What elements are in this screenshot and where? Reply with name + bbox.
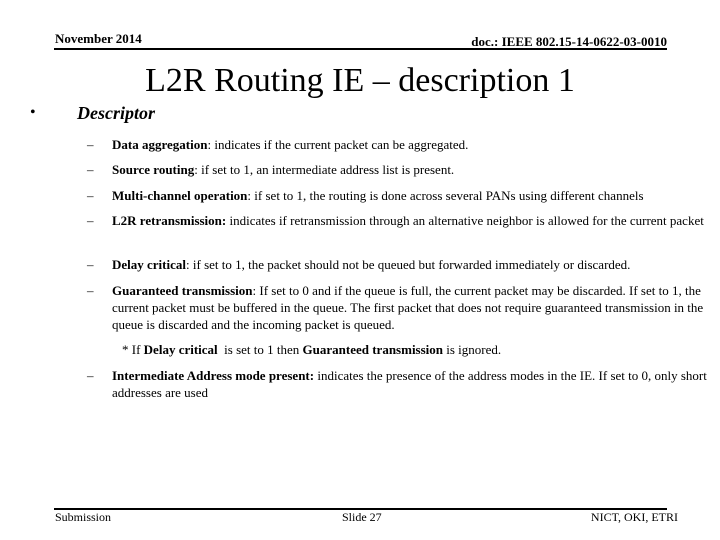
header-date: November 2014 xyxy=(55,31,142,46)
dash-icon: – xyxy=(87,162,94,177)
note-line: * If Delay critical is set to 1 then Gua… xyxy=(122,342,502,357)
item-desc: indicates if retransmission through an a… xyxy=(229,213,704,228)
slide-title: L2R Routing IE – description 1 xyxy=(145,62,575,99)
dash-icon: – xyxy=(87,283,94,298)
dash-icon: – xyxy=(87,137,94,152)
item-term: Multi-channel operation xyxy=(112,188,248,203)
header-rule xyxy=(54,48,667,50)
dash-icon: – xyxy=(87,213,94,228)
item-term: Source routing xyxy=(112,162,195,177)
list-item-multi-channel: – Multi-channel operation: if set to 1, … xyxy=(87,188,644,203)
footer-authors: NICT, OKI, ETRI xyxy=(590,510,678,524)
item-term: Delay critical xyxy=(112,257,186,272)
dash-icon: – xyxy=(87,368,94,383)
item-desc: indicates if the current packet can be a… xyxy=(214,137,469,152)
dash-icon: – xyxy=(87,188,94,203)
note-term-guaranteed: Guaranteed transmission xyxy=(302,342,444,357)
footer-submission: Submission xyxy=(55,510,112,524)
list-item-l2r-retransmission: – L2R retransmission: indicates if retra… xyxy=(87,212,707,229)
dash-icon: – xyxy=(87,257,94,272)
footer-slide-number: Slide 27 xyxy=(342,510,382,524)
bullet-icon: • xyxy=(30,104,36,121)
list-item-guaranteed-transmission: – Guaranteed transmission: If set to 0 a… xyxy=(87,283,704,332)
list-item-data-aggregation: – Data aggregation: indicates if the cur… xyxy=(87,137,469,152)
item-term: Data aggregation xyxy=(112,137,208,152)
note-term-delay-critical: Delay critical xyxy=(143,342,218,357)
section-heading: Descriptor xyxy=(77,103,155,123)
list-item-delay-critical: – Delay critical: if set to 1, the packe… xyxy=(87,257,631,272)
item-desc: if set to 1, the routing is done across … xyxy=(254,188,644,203)
item-term: L2R retransmission: xyxy=(112,213,227,228)
item-desc: if set to 1, an intermediate address lis… xyxy=(201,162,455,177)
item-term: Intermediate Address mode present: xyxy=(112,368,315,383)
list-item-intermediate-address-mode: – Intermediate Address mode present: ind… xyxy=(87,367,707,401)
list-item-source-routing: – Source routing: if set to 1, an interm… xyxy=(87,162,455,177)
item-term: Guaranteed transmission xyxy=(112,283,253,298)
item-desc: if set to 1, the packet should not be qu… xyxy=(192,257,631,272)
